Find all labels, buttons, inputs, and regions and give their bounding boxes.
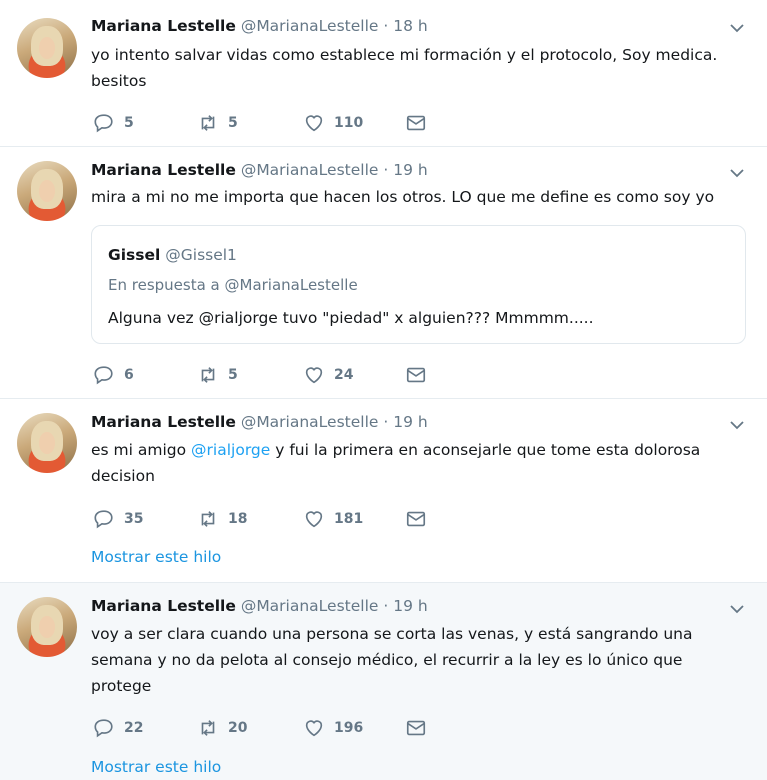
envelope-icon (406, 511, 426, 527)
chevron-down-icon[interactable] (729, 165, 745, 181)
envelope-icon (406, 720, 426, 736)
separator: · (383, 161, 389, 179)
retweet-button[interactable]: 20 (197, 716, 247, 740)
author-name[interactable]: Mariana Lestelle (91, 17, 236, 35)
quoted-tweet-header: Gissel @Gissel1 (108, 246, 237, 264)
reply-icon (94, 510, 113, 529)
chevron-down-icon[interactable] (729, 601, 745, 617)
timestamp[interactable]: 19 h (393, 413, 427, 431)
reply-button[interactable]: 22 (93, 716, 143, 740)
tweet-2[interactable]: Mariana Lestelle @MarianaLestelle · 19 h… (0, 147, 767, 398)
avatar[interactable] (17, 597, 77, 657)
reply-icon (94, 719, 113, 738)
reply-count: 22 (124, 720, 144, 736)
timestamp[interactable]: 19 h (393, 597, 427, 615)
show-thread-link[interactable]: Mostrar este hilo (91, 548, 221, 566)
tweet-header: Mariana Lestelle @MarianaLestelle · 19 h (91, 413, 428, 431)
quoted-tweet-text: Alguna vez @rialjorge tuvo "piedad" x al… (108, 309, 594, 327)
reply-icon (94, 366, 113, 385)
tweet-1[interactable]: Mariana Lestelle @MarianaLestelle · 18 h… (0, 0, 767, 146)
direct-message-button[interactable] (405, 111, 427, 135)
heart-icon (305, 367, 323, 384)
tweet-actions: 5 5 110 (91, 111, 451, 135)
tweet-actions: 6 5 24 (91, 363, 451, 387)
like-count: 24 (334, 367, 354, 383)
tweet-actions: 35 18 181 (91, 507, 451, 531)
author-handle[interactable]: @MarianaLestelle (241, 413, 379, 431)
retweet-count: 18 (228, 511, 248, 527)
retweet-icon (201, 720, 215, 736)
tweet-text: yo intento salvar vidas como establece m… (91, 46, 718, 90)
mention-link[interactable]: @rialjorge (191, 441, 270, 459)
reply-button[interactable]: 35 (93, 507, 143, 531)
tweet-text: voy a ser clara cuando una persona se co… (91, 625, 693, 695)
retweet-icon (201, 115, 215, 131)
heart-icon (305, 115, 323, 132)
like-count: 196 (334, 720, 364, 736)
reply-icon (94, 114, 113, 133)
author-handle[interactable]: @MarianaLestelle (241, 161, 379, 179)
direct-message-button[interactable] (405, 507, 427, 531)
heart-icon (305, 511, 323, 528)
author-name[interactable]: Mariana Lestelle (91, 413, 236, 431)
like-button[interactable]: 24 (303, 363, 353, 387)
reply-button[interactable]: 6 (93, 363, 134, 387)
quoted-tweet[interactable]: Gissel @Gissel1 En respuesta a @MarianaL… (91, 225, 746, 344)
retweet-icon (201, 511, 215, 527)
separator: · (383, 597, 389, 615)
retweet-count: 5 (228, 115, 238, 131)
quoted-author-name: Gissel (108, 246, 161, 264)
tweet-text-start: es mi amigo (91, 441, 187, 459)
tweet-header: Mariana Lestelle @MarianaLestelle · 19 h (91, 161, 428, 179)
like-button[interactable]: 181 (303, 507, 363, 531)
tweet-actions: 22 20 196 (91, 716, 451, 740)
tweet-header: Mariana Lestelle @MarianaLestelle · 19 h (91, 597, 428, 615)
envelope-icon (406, 367, 426, 383)
author-handle[interactable]: @MarianaLestelle (241, 597, 379, 615)
show-thread-link[interactable]: Mostrar este hilo (91, 758, 221, 776)
retweet-icon (201, 367, 215, 383)
tweet-3[interactable]: Mariana Lestelle @MarianaLestelle · 19 h… (0, 399, 767, 582)
heart-icon (305, 720, 323, 737)
envelope-icon (406, 115, 426, 131)
avatar[interactable] (17, 18, 77, 78)
retweet-count: 20 (228, 720, 248, 736)
tweet-4[interactable]: Mariana Lestelle @MarianaLestelle · 19 h… (0, 583, 767, 780)
author-name[interactable]: Mariana Lestelle (91, 161, 236, 179)
avatar[interactable] (17, 413, 77, 473)
retweet-button[interactable]: 5 (197, 363, 238, 387)
like-button[interactable]: 196 (303, 716, 363, 740)
like-count: 181 (334, 511, 364, 527)
separator: · (383, 17, 389, 35)
retweet-count: 5 (228, 367, 238, 383)
avatar[interactable] (17, 161, 77, 221)
retweet-button[interactable]: 5 (197, 111, 238, 135)
tweet-header: Mariana Lestelle @MarianaLestelle · 18 h (91, 17, 428, 35)
reply-count: 5 (124, 115, 134, 131)
author-name[interactable]: Mariana Lestelle (91, 597, 236, 615)
tweet-text: mira a mi no me importa que hacen los ot… (91, 188, 715, 206)
timestamp[interactable]: 19 h (393, 161, 427, 179)
tweet-text: es mi amigo @rialjorge y fui la primera … (91, 437, 731, 489)
quoted-reply-to: En respuesta a @MarianaLestelle (108, 276, 358, 294)
separator: · (383, 413, 389, 431)
like-count: 110 (334, 115, 364, 131)
quoted-author-handle: @Gissel1 (165, 246, 237, 264)
retweet-button[interactable]: 18 (197, 507, 247, 531)
author-handle[interactable]: @MarianaLestelle (241, 17, 379, 35)
direct-message-button[interactable] (405, 716, 427, 740)
reply-button[interactable]: 5 (93, 111, 134, 135)
timestamp[interactable]: 18 h (393, 17, 427, 35)
reply-count: 6 (124, 367, 134, 383)
chevron-down-icon[interactable] (729, 20, 745, 36)
like-button[interactable]: 110 (303, 111, 363, 135)
direct-message-button[interactable] (405, 363, 427, 387)
chevron-down-icon[interactable] (729, 417, 745, 433)
reply-count: 35 (124, 511, 144, 527)
